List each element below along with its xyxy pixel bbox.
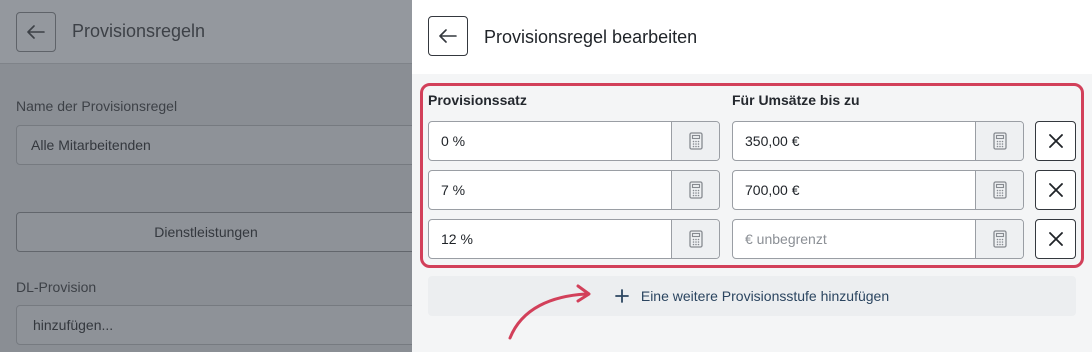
dl-provision-placeholder: hinzufügen... <box>33 317 114 333</box>
background-header: Provisionsregeln <box>0 0 412 64</box>
background-page: Provisionsregeln Name der Provisionsrege… <box>0 0 412 352</box>
arrow-left-icon <box>27 25 45 39</box>
background-back-button[interactable] <box>16 12 56 52</box>
dl-provision-input[interactable]: hinzufügen... <box>16 305 412 345</box>
rule-name-input[interactable]: Alle Mitarbeitenden <box>16 125 412 165</box>
rule-name-value: Alle Mitarbeitenden <box>31 137 151 153</box>
services-button-label: Dienstleistungen <box>154 224 258 240</box>
annotation-arrow-icon <box>508 284 591 340</box>
background-page-title: Provisionsregeln <box>72 21 206 41</box>
services-button[interactable]: Dienstleistungen <box>16 212 412 252</box>
edit-rule-panel: Provisionsregel bearbeiten Provisionssat… <box>412 0 1092 352</box>
dl-provision-label: DL-Provision <box>16 279 97 295</box>
rule-name-label: Name der Provisionsregel <box>16 98 178 114</box>
